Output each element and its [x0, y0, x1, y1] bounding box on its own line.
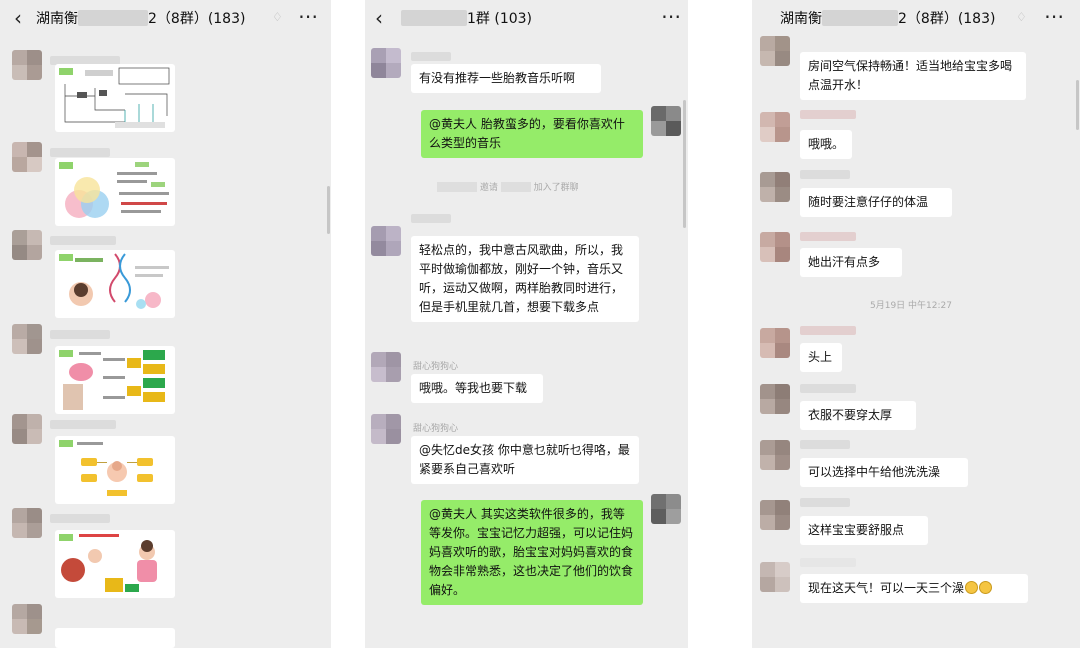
message-bubble[interactable]: @失忆de女孩 你中意乜就听乜得咯，最紧要系自己喜欢听 — [411, 436, 639, 484]
avatar[interactable] — [12, 604, 42, 634]
avatar[interactable] — [12, 142, 42, 172]
avatar[interactable] — [12, 230, 42, 260]
sender-name-redacted — [800, 558, 856, 567]
sender-name-redacted — [800, 498, 850, 507]
dna-baby-graphic — [59, 253, 169, 309]
venn-graphic — [59, 162, 169, 218]
back-arrow-icon[interactable]: ‹ — [375, 6, 383, 30]
message-bubble[interactable]: 哦哦。等我也要下载 — [411, 374, 543, 403]
avatar[interactable] — [760, 112, 790, 142]
chat-title: 湖南衡 2（8群）(183) — [780, 10, 996, 27]
more-dots-icon[interactable]: ⋯ — [661, 4, 682, 28]
avatar[interactable] — [12, 50, 42, 80]
mute-bell-icon: ♢ — [272, 10, 283, 24]
sender-name-redacted — [411, 52, 451, 61]
avatar[interactable] — [371, 414, 401, 444]
timestamp: 5月19日 中午12:27 — [870, 301, 952, 311]
back-arrow-icon[interactable]: ‹ — [14, 6, 22, 30]
avatar[interactable] — [760, 384, 790, 414]
message-bubble[interactable]: 哦哦。 — [800, 130, 852, 159]
chat-window-baby-care: 湖南衡 2（8群）(183) ♢ ⋯ 房间空气保持畅通！适当地给宝宝多喝点温开水！… — [752, 0, 1080, 648]
avatar[interactable] — [371, 352, 401, 382]
redacted-name — [401, 10, 467, 26]
message-bubble-self[interactable]: @黄夫人 胎教蛮多的，要看你喜欢什么类型的音乐 — [421, 110, 643, 158]
scrollbar[interactable] — [1076, 80, 1079, 130]
avatar[interactable] — [371, 48, 401, 78]
chat-header: ‹ 1群 (103) ⋯ — [365, 0, 688, 36]
feeding-graphic — [59, 534, 157, 592]
avatar[interactable] — [760, 440, 790, 470]
message-bubble[interactable]: 现在这天气！可以一天三个澡 — [800, 574, 1028, 603]
sender-name-redacted — [800, 110, 856, 119]
redacted-name — [78, 10, 148, 26]
dna-baby-infographic-image[interactable] — [55, 250, 175, 318]
message-bubble[interactable]: 头上 — [800, 343, 842, 372]
avatar[interactable] — [651, 494, 681, 524]
redacted-name — [500, 182, 531, 192]
system-notice: 邀请 加入了群聊 — [437, 180, 579, 193]
sender-name-redacted — [50, 514, 110, 523]
redacted-name — [822, 10, 898, 26]
baby-nutrition-infographic-image[interactable] — [55, 436, 175, 504]
more-dots-icon[interactable]: ⋯ — [298, 4, 319, 28]
scrollbar[interactable] — [683, 100, 686, 228]
flowchart-diagram-image[interactable] — [55, 64, 175, 132]
sender-name-redacted — [50, 330, 110, 339]
sender-name-redacted — [50, 236, 116, 245]
sender-name-redacted — [800, 326, 856, 335]
avatar[interactable] — [760, 36, 790, 66]
baby-feeding-infographic-image[interactable] — [55, 530, 175, 598]
sender-name-redacted — [50, 148, 110, 157]
sender-name-redacted — [50, 420, 116, 429]
chat-window-prenatal-music: ‹ 1群 (103) ⋯ 有没有推荐一些胎教音乐听啊 @黄夫人 胎教蛮多的，要看… — [365, 0, 688, 648]
message-bubble[interactable]: 轻松点的，我中意古风歌曲，所以，我平时做瑜伽都放，刚好一个钟，音乐又听，运动又做… — [411, 236, 639, 322]
avatar[interactable] — [651, 106, 681, 136]
chat-header: 湖南衡 2（8群）(183) ♢ ⋯ — [752, 0, 1080, 36]
avatar[interactable] — [371, 226, 401, 256]
chat-header: ‹ 湖南衡 2（8群）(183) ♢ ⋯ — [0, 0, 331, 36]
grin-emoji-icon — [979, 581, 993, 594]
message-bubble[interactable]: 可以选择中午给他洗洗澡 — [800, 458, 968, 487]
avatar[interactable] — [760, 232, 790, 262]
mute-bell-icon: ♢ — [1016, 10, 1027, 24]
scrollbar[interactable] — [327, 186, 330, 234]
avatar[interactable] — [12, 508, 42, 538]
sender-name-redacted — [800, 232, 856, 241]
message-bubble[interactable]: 她出汗有点多 — [800, 248, 902, 277]
avatar[interactable] — [12, 414, 42, 444]
avatar[interactable] — [760, 500, 790, 530]
sender-name-redacted — [800, 440, 850, 449]
flowchart-graphic — [59, 67, 170, 128]
grin-emoji-icon — [965, 581, 979, 594]
message-bubble-self[interactable]: @黄夫人 其实这类软件很多的，我等等发你。宝宝记忆力超强，可以记住妈妈喜欢听的歌… — [421, 500, 643, 605]
message-bubble[interactable]: 衣服不要穿太厚 — [800, 401, 916, 430]
digestive-graphic — [59, 350, 165, 410]
message-bubble[interactable]: 有没有推荐一些胎教音乐听啊 — [411, 64, 601, 93]
nutrition-graphic — [59, 440, 153, 496]
message-bubble[interactable]: 这样宝宝要舒服点 — [800, 516, 928, 545]
venn-diagram-image[interactable] — [55, 158, 175, 226]
message-bubble[interactable]: 房间空气保持畅通！适当地给宝宝多喝点温开水！ — [800, 52, 1026, 100]
sender-name-redacted — [800, 170, 850, 179]
more-dots-icon[interactable]: ⋯ — [1044, 4, 1065, 28]
chat-window-image-history: ‹ 湖南衡 2（8群）(183) ♢ ⋯ — [0, 0, 331, 648]
redacted-name — [437, 182, 477, 192]
sender-nickname: 甜心狗狗心 — [413, 362, 459, 372]
avatar[interactable] — [760, 328, 790, 358]
sender-name-redacted — [411, 214, 451, 223]
avatar[interactable] — [760, 562, 790, 592]
digestive-system-infographic-image[interactable] — [55, 346, 175, 414]
avatar[interactable] — [12, 324, 42, 354]
chat-title: 湖南衡 2（8群）(183) — [36, 10, 246, 27]
message-bubble[interactable]: 随时要注意仔仔的体温 — [800, 188, 952, 217]
sender-nickname: 甜心狗狗心 — [413, 424, 459, 434]
avatar[interactable] — [760, 172, 790, 202]
image-message-partial[interactable] — [55, 628, 175, 648]
sender-name-redacted — [800, 384, 856, 393]
chat-title: 1群 (103) — [401, 8, 532, 28]
